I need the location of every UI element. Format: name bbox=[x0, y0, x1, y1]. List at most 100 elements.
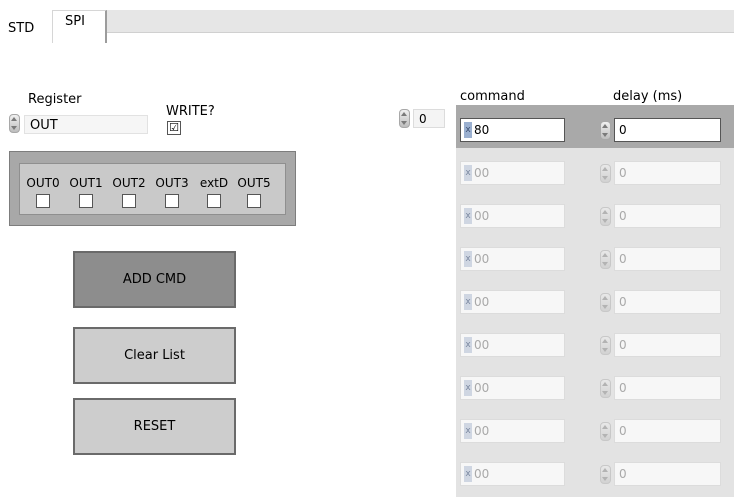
command-value: 00 bbox=[474, 295, 490, 309]
delay-field[interactable]: 0 bbox=[614, 376, 721, 400]
delay-spinner-icon[interactable] bbox=[600, 379, 611, 398]
array-row: x 00 0 bbox=[456, 406, 734, 449]
delay-value: 0 bbox=[619, 424, 627, 438]
command-value: 00 bbox=[474, 166, 490, 180]
delay-value: 0 bbox=[619, 209, 627, 223]
command-value: 00 bbox=[474, 467, 490, 481]
command-value: 00 bbox=[474, 338, 490, 352]
delay-spinner-icon[interactable] bbox=[600, 207, 611, 226]
bit-label: OUT3 bbox=[155, 176, 189, 190]
radix-indicator-icon[interactable]: x bbox=[464, 251, 472, 267]
tab-std[interactable]: STD bbox=[8, 10, 48, 42]
bit-checkbox-out3[interactable] bbox=[165, 194, 179, 208]
array-row: x 00 0 bbox=[456, 148, 734, 191]
bit-label: OUT0 bbox=[26, 176, 60, 190]
array-index-field[interactable]: 0 bbox=[413, 109, 445, 128]
bit-checkbox-out0[interactable] bbox=[36, 194, 50, 208]
command-field[interactable]: x 00 bbox=[460, 419, 565, 443]
tab-spi[interactable]: SPI bbox=[52, 10, 107, 43]
command-array: x 80 0 x 00 0 x 00 0 x 00 0 x 00 0 x 00 … bbox=[456, 105, 734, 497]
delay-field[interactable]: 0 bbox=[614, 462, 721, 486]
command-field[interactable]: x 00 bbox=[460, 161, 565, 185]
command-field[interactable]: x 00 bbox=[460, 376, 565, 400]
bit-out0: OUT0 bbox=[23, 164, 63, 208]
bit-out2: OUT2 bbox=[109, 164, 149, 208]
out-bits-panel: OUT0 OUT1 OUT2 OUT3 extD OUT5 bbox=[19, 163, 286, 215]
delay-field[interactable]: 0 bbox=[614, 247, 721, 271]
bit-checkbox-out2[interactable] bbox=[122, 194, 136, 208]
reset-button[interactable]: RESET bbox=[73, 398, 236, 455]
bit-checkbox-out5[interactable] bbox=[247, 194, 261, 208]
write-label: WRITE? bbox=[166, 104, 215, 119]
clear-list-button[interactable]: Clear List bbox=[73, 327, 236, 384]
command-field[interactable]: x 00 bbox=[460, 333, 565, 357]
command-field[interactable]: x 00 bbox=[460, 462, 565, 486]
bit-extd: extD bbox=[194, 164, 234, 208]
add-cmd-button[interactable]: ADD CMD bbox=[73, 251, 236, 308]
command-value: 00 bbox=[474, 381, 490, 395]
delay-spinner-icon[interactable] bbox=[600, 293, 611, 312]
array-index-spinner-icon[interactable] bbox=[399, 109, 410, 128]
delay-value: 0 bbox=[619, 295, 627, 309]
command-value: 80 bbox=[474, 123, 490, 137]
bit-label: extD bbox=[199, 176, 229, 190]
delay-field[interactable]: 0 bbox=[614, 419, 721, 443]
delay-header: delay (ms) bbox=[613, 89, 683, 104]
radix-indicator-icon[interactable]: x bbox=[464, 337, 472, 353]
command-field[interactable]: x 00 bbox=[460, 247, 565, 271]
delay-value: 0 bbox=[619, 338, 627, 352]
command-value: 00 bbox=[474, 209, 490, 223]
delay-spinner-icon[interactable] bbox=[600, 121, 611, 140]
radix-indicator-icon[interactable]: x bbox=[464, 294, 472, 310]
bit-checkbox-extd[interactable] bbox=[207, 194, 221, 208]
command-value: 00 bbox=[474, 424, 490, 438]
delay-spinner-icon[interactable] bbox=[600, 336, 611, 355]
delay-value: 0 bbox=[619, 252, 627, 266]
delay-spinner-icon[interactable] bbox=[600, 250, 611, 269]
out-bits-cluster: OUT0 OUT1 OUT2 OUT3 extD OUT5 bbox=[9, 151, 296, 226]
array-row: x 00 0 bbox=[456, 277, 734, 320]
radix-indicator-icon[interactable]: x bbox=[464, 380, 472, 396]
delay-field[interactable]: 0 bbox=[614, 290, 721, 314]
array-row: x 00 0 bbox=[456, 320, 734, 363]
array-row: x 00 0 bbox=[456, 363, 734, 406]
bit-out5: OUT5 bbox=[234, 164, 274, 208]
bit-label: OUT2 bbox=[112, 176, 146, 190]
register-spinner-icon[interactable] bbox=[9, 114, 20, 133]
radix-indicator-icon[interactable]: x bbox=[464, 466, 472, 482]
register-label: Register bbox=[28, 92, 82, 107]
delay-field[interactable]: 0 bbox=[614, 333, 721, 357]
radix-indicator-icon[interactable]: x bbox=[464, 208, 472, 224]
bit-checkbox-out1[interactable] bbox=[79, 194, 93, 208]
radix-indicator-icon[interactable]: x bbox=[464, 122, 472, 138]
bit-out1: OUT1 bbox=[66, 164, 106, 208]
delay-field[interactable]: 0 bbox=[614, 161, 721, 185]
bit-label: OUT1 bbox=[69, 176, 103, 190]
delay-field[interactable]: 0 bbox=[614, 204, 721, 228]
array-row: x 00 0 bbox=[456, 449, 734, 492]
array-row: x 80 0 bbox=[456, 105, 734, 148]
tab-strip-background bbox=[104, 10, 734, 33]
command-field[interactable]: x 80 bbox=[460, 118, 565, 142]
write-checkbox[interactable]: ☑ bbox=[167, 121, 181, 135]
bit-out3: OUT3 bbox=[152, 164, 192, 208]
tab-strip: STD SPI bbox=[0, 0, 734, 44]
array-row: x 00 0 bbox=[456, 234, 734, 277]
bit-label: OUT5 bbox=[237, 176, 271, 190]
delay-spinner-icon[interactable] bbox=[600, 164, 611, 183]
delay-value: 0 bbox=[619, 166, 627, 180]
array-row: x 00 0 bbox=[456, 191, 734, 234]
command-value: 00 bbox=[474, 252, 490, 266]
command-field[interactable]: x 00 bbox=[460, 204, 565, 228]
radix-indicator-icon[interactable]: x bbox=[464, 423, 472, 439]
delay-value: 0 bbox=[619, 467, 627, 481]
delay-value: 0 bbox=[619, 381, 627, 395]
delay-value: 0 bbox=[619, 123, 627, 137]
register-field[interactable]: OUT bbox=[24, 115, 148, 134]
command-field[interactable]: x 00 bbox=[460, 290, 565, 314]
delay-spinner-icon[interactable] bbox=[600, 465, 611, 484]
delay-spinner-icon[interactable] bbox=[600, 422, 611, 441]
radix-indicator-icon[interactable]: x bbox=[464, 165, 472, 181]
command-header: command bbox=[460, 89, 525, 104]
delay-field[interactable]: 0 bbox=[614, 118, 721, 142]
